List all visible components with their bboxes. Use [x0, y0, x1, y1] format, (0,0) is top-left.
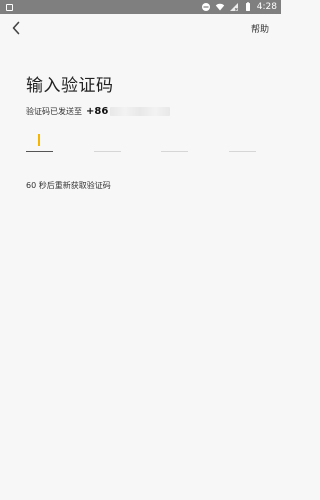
masked-phone-number — [110, 107, 171, 116]
help-link[interactable]: 帮助 — [251, 22, 269, 35]
verification-content: 输入验证码 验证码已发送至 +86 60 秒后重新获取验证码 — [0, 71, 281, 201]
text-caret — [38, 134, 40, 146]
otp-digit-4[interactable] — [228, 131, 256, 152]
status-time: 4:28 — [256, 2, 277, 12]
back-button[interactable] — [8, 20, 24, 36]
otp-digit-1[interactable] — [26, 131, 53, 152]
battery-icon — [243, 2, 253, 12]
wifi-icon — [215, 2, 225, 12]
otp-input-group[interactable] — [26, 131, 256, 152]
sent-info: 验证码已发送至 +86 — [26, 106, 255, 117]
signal-off-icon — [229, 2, 239, 12]
resend-countdown: 60 秒后重新获取验证码 — [26, 181, 111, 190]
page-title: 输入验证码 — [26, 76, 114, 96]
status-bar: 4:28 — [0, 0, 281, 14]
status-right: 4:28 — [201, 2, 277, 12]
sent-label: 验证码已发送至 — [26, 107, 82, 116]
chevron-left-icon — [12, 21, 20, 35]
app-header: 帮助 — [0, 14, 281, 42]
otp-digit-3[interactable] — [161, 131, 189, 152]
country-code: +86 — [86, 106, 109, 117]
notification-square-icon — [6, 3, 13, 11]
status-left — [6, 3, 13, 11]
minus-circle-icon — [201, 2, 211, 12]
otp-digit-2[interactable] — [93, 131, 121, 152]
